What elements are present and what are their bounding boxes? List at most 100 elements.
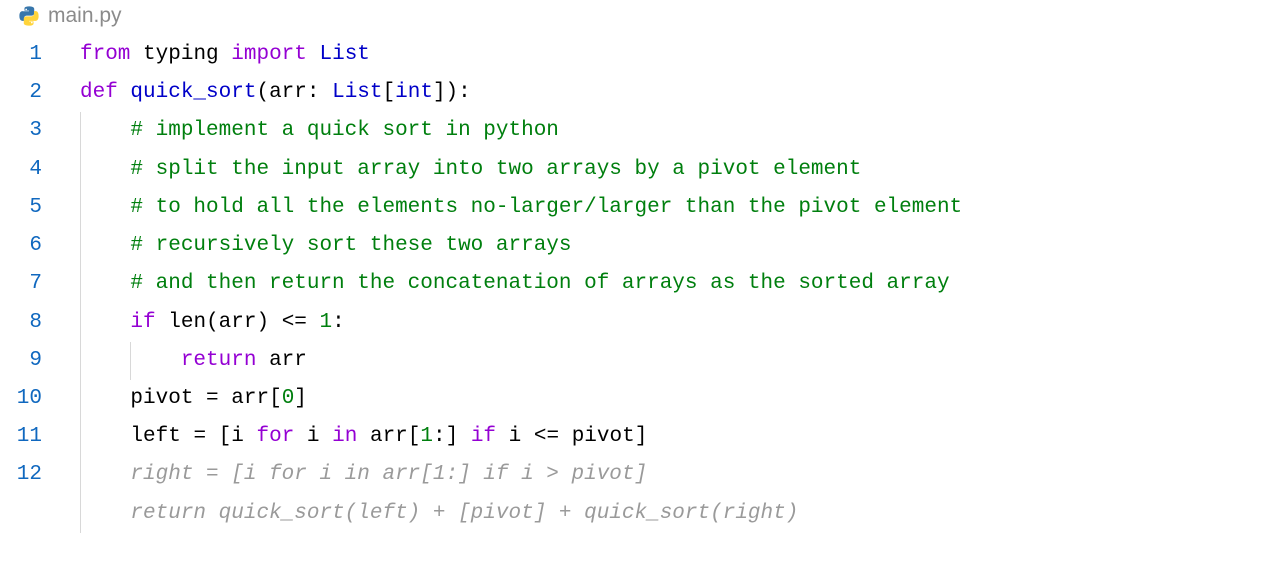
comment-token: # to hold all the elements no-larger/lar… [130,196,962,219]
code-line[interactable]: 9 return arr [0,342,1280,380]
line-content[interactable]: return arr [62,342,307,380]
sp-token [244,425,257,448]
punct-token: : [433,425,446,448]
code-line[interactable]: 1from typing import List [0,36,1280,74]
sp-token [193,387,206,410]
id-token: arr [269,349,307,372]
punct-token: : [307,81,320,104]
code-line[interactable]: 2def quick_sort(arr: List[int]): [0,74,1280,112]
sp-token [118,81,131,104]
sp-token [496,425,509,448]
line-content[interactable]: return quick_sort(left) + [pivot] + quic… [62,495,798,533]
code-line[interactable]: 4 # split the input array into two array… [0,151,1280,189]
sp-token [320,425,333,448]
code-line[interactable]: 6 # recursively sort these two arrays [0,227,1280,265]
sp-token [307,43,320,66]
num-token: 1 [420,425,433,448]
id-token: arr [269,81,307,104]
num-token: 0 [282,387,295,410]
code-line[interactable]: 5 # to hold all the elements no-larger/l… [0,189,1280,227]
sp-token [256,349,269,372]
id-token: i [509,425,522,448]
builtin-token: List [320,43,370,66]
indent-guide [80,112,81,150]
indent-guide [80,495,81,533]
line-number: 10 [0,380,62,418]
line-content[interactable]: def quick_sort(arr: List[int]): [62,74,471,112]
sp-token [269,311,282,334]
code-editor[interactable]: main.py 1from typing import List2def qui… [0,0,1280,584]
line-content[interactable]: pivot = arr[0] [62,380,307,418]
builtin-token: int [395,81,433,104]
sp-token [181,425,194,448]
indent-space [80,311,130,334]
line-content[interactable]: # recursively sort these two arrays [62,227,572,265]
ghost-suggestion-line[interactable]: 12 right = [i for i in arr[1:] if i > pi… [0,456,1280,494]
line-content[interactable]: from typing import List [62,36,370,74]
punct-token: [ [408,425,421,448]
punct-token: [ [383,81,396,104]
indent-guide [80,456,81,494]
id-token: pivot [572,425,635,448]
id-token: arr [219,311,257,334]
indent-space [80,196,130,219]
kw-token: return [181,349,257,372]
kw-token: if [471,425,496,448]
kw-token: in [332,425,357,448]
indent-space [80,119,130,142]
indent-guide [80,342,81,380]
tab-filename[interactable]: main.py [48,4,122,28]
code-line[interactable]: 3 # implement a quick sort in python [0,112,1280,150]
line-number: 6 [0,227,62,265]
num-token: 1 [320,311,333,334]
ghost-suggestion-line[interactable]: return quick_sort(left) + [pivot] + quic… [0,495,1280,533]
line-number: 4 [0,151,62,189]
line-content[interactable]: # split the input array into two arrays … [62,151,861,189]
builtin-token: List [332,81,382,104]
line-number: 5 [0,189,62,227]
code-line[interactable]: 10 pivot = arr[0] [0,380,1280,418]
sp-token [521,425,534,448]
code-area[interactable]: 1from typing import List2def quick_sort(… [0,36,1280,533]
indent-space [80,272,130,295]
indent-space [80,425,130,448]
code-line[interactable]: 8 if len(arr) <= 1: [0,304,1280,342]
indent-guide [80,265,81,303]
line-content[interactable]: right = [i for i in arr[1:] if i > pivot… [62,456,647,494]
line-content[interactable]: # implement a quick sort in python [62,112,559,150]
indent-guide [80,380,81,418]
code-line[interactable]: 11 left = [i for i in arr[1:] if i <= pi… [0,418,1280,456]
sp-token [458,425,471,448]
sp-token [294,425,307,448]
sp-token [219,43,232,66]
line-number: 11 [0,418,62,456]
line-number: 9 [0,342,62,380]
id-token: i [307,425,320,448]
line-number: 8 [0,304,62,342]
line-content[interactable]: left = [i for i in arr[1:] if i <= pivot… [62,418,647,456]
sp-token [307,311,320,334]
line-number: 2 [0,74,62,112]
id-token: len [168,311,206,334]
indent-space [80,234,130,257]
op-token: = [193,425,206,448]
line-content[interactable]: # to hold all the elements no-larger/lar… [62,189,962,227]
python-file-icon [18,5,40,27]
line-number: 1 [0,36,62,74]
punct-token: ) [256,311,269,334]
code-line[interactable]: 7 # and then return the concatenation of… [0,265,1280,303]
indent-guide [80,227,81,265]
sp-token [559,425,572,448]
id-token: left [130,425,180,448]
punct-token: ] [433,81,446,104]
line-number: 7 [0,265,62,303]
id-token: typing [143,43,219,66]
op-token: = [206,387,219,410]
indent-guide [80,418,81,456]
line-content[interactable]: # and then return the concatenation of a… [62,265,950,303]
sp-token [319,81,332,104]
punct-token: [ [219,425,232,448]
punct-token: : [332,311,345,334]
indent-guide [130,342,131,380]
line-content[interactable]: if len(arr) <= 1: [62,304,345,342]
